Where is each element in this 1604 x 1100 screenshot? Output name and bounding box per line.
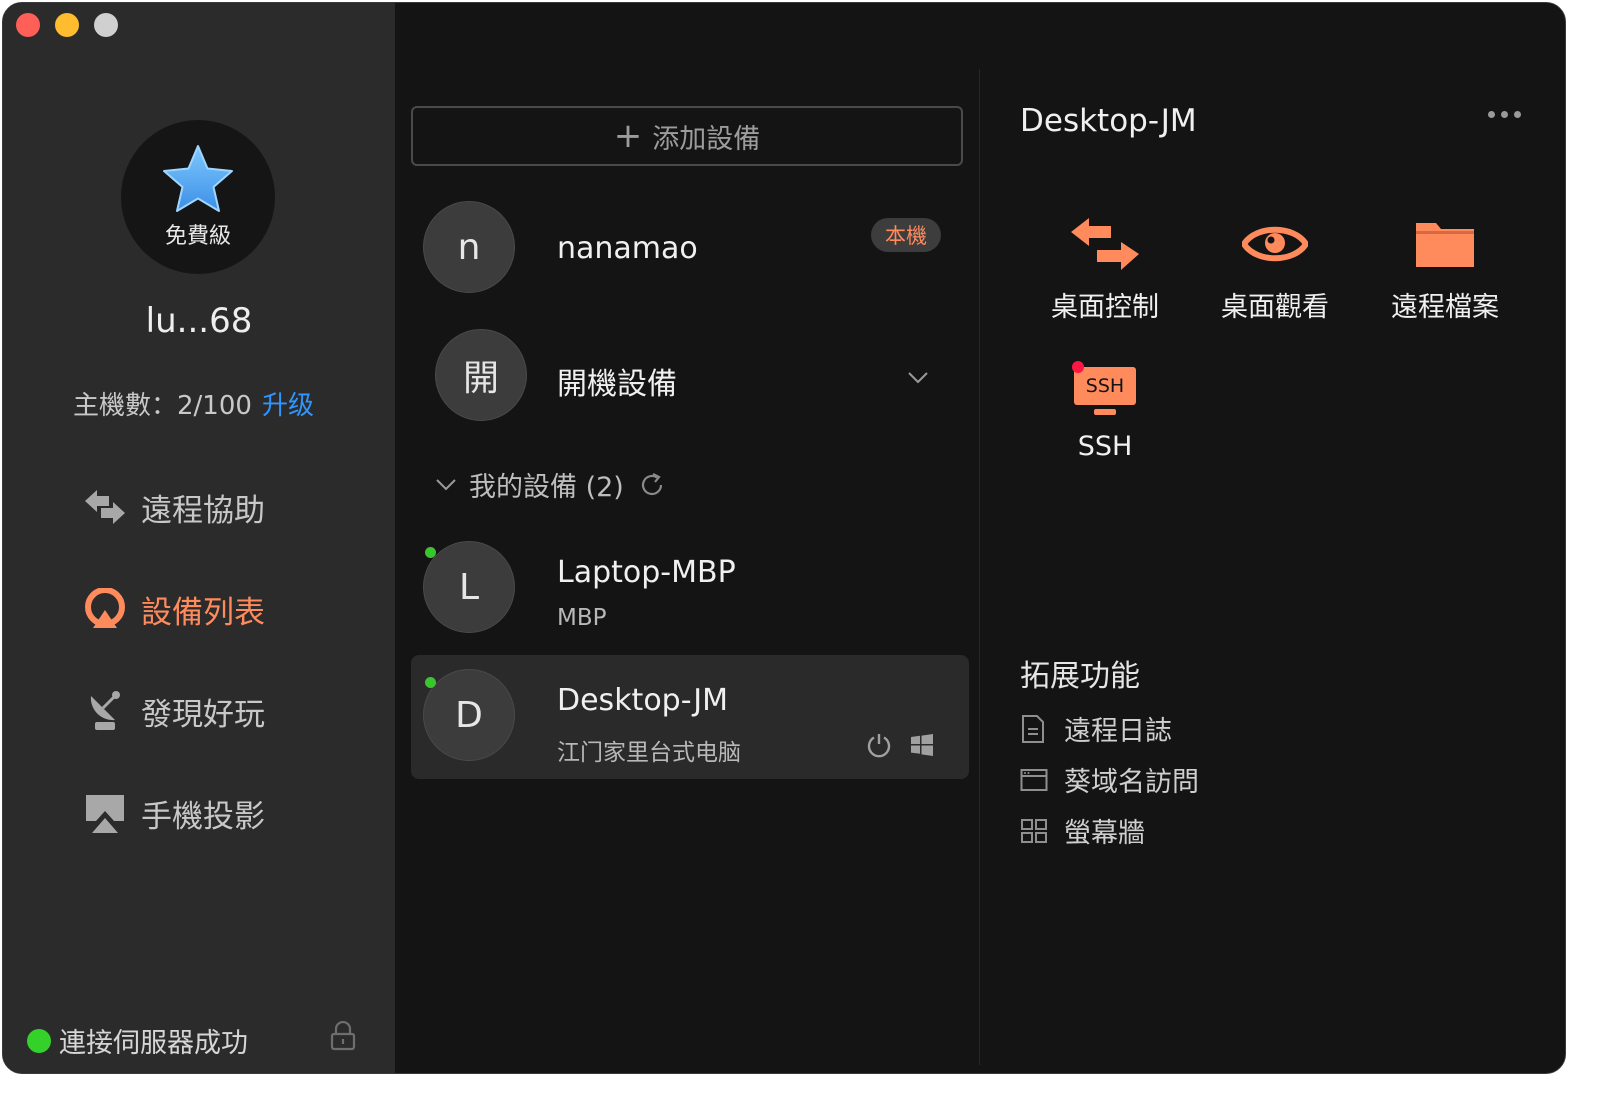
device-avatar: L (423, 541, 515, 633)
device-row-local[interactable]: n nanamao 本機 (411, 189, 969, 311)
row-actions (866, 732, 934, 758)
extensions-title: 拓展功能 (1020, 659, 1140, 694)
upgrade-link[interactable]: 升级 (262, 391, 314, 421)
online-indicator (425, 677, 436, 688)
close-window-button[interactable] (16, 13, 40, 37)
device-description: MBP (557, 605, 607, 631)
nav-item-screen-cast[interactable]: 手機投影 (83, 783, 343, 843)
nav-item-remote-assist[interactable]: 遠程協助 (83, 477, 343, 537)
nav-item-label: 遠程協助 (141, 492, 265, 529)
local-device-badge: 本機 (871, 218, 941, 252)
ext-item-label: 葵域名訪問 (1064, 767, 1199, 798)
grid-icon (1020, 818, 1048, 844)
status-text: 連接伺服器成功 (59, 1028, 248, 1059)
ext-item-domain-access[interactable]: 葵域名訪問 (1020, 760, 1199, 799)
ext-item-label: 螢幕牆 (1064, 818, 1145, 849)
device-detail-panel: Desktop-JM 桌面控制 桌面觀看 遠程檔案 SSH SSH 拓展功能 遠… (980, 3, 1565, 1073)
minimize-window-button[interactable] (55, 13, 79, 37)
sidebar: 免費級 lu...68 主機數：2/100 升级 遠程協助 設備列表 發現好玩 … (3, 3, 395, 1073)
action-desktop-view[interactable]: 桌面觀看 (1200, 209, 1350, 324)
host-count-label: 主機數：2/100 (73, 391, 252, 421)
nav-item-device-list[interactable]: 設備列表 (83, 579, 343, 639)
action-label: 桌面控制 (1051, 292, 1159, 323)
action-label: 遠程檔案 (1391, 292, 1499, 323)
zoom-window-button[interactable] (94, 13, 118, 37)
desktop-control-icon (1030, 209, 1180, 279)
device-avatar: n (423, 201, 515, 293)
remote-assist-icon (83, 485, 127, 529)
star-icon (163, 145, 233, 212)
device-name: nanamao (557, 231, 698, 266)
online-indicator (425, 547, 436, 558)
nav-item-label: 設備列表 (141, 594, 265, 631)
power-icon[interactable] (866, 732, 892, 758)
more-options-button[interactable] (1488, 111, 1521, 118)
more-dot (1514, 111, 1521, 118)
nav-item-label: 發現好玩 (141, 696, 265, 733)
device-name: Laptop-MBP (557, 555, 736, 590)
username: lu...68 (145, 301, 253, 341)
group-name: 開機設備 (557, 367, 677, 402)
host-count: 主機數：2/100 升级 (73, 385, 314, 422)
status-dot (27, 1028, 51, 1053)
action-label: SSH (1077, 431, 1133, 462)
action-label: 桌面觀看 (1221, 292, 1329, 323)
add-device-label: 添加設備 (652, 123, 761, 155)
ext-item-remote-log[interactable]: 遠程日誌 (1020, 709, 1172, 748)
device-list-icon (83, 587, 127, 631)
ext-item-label: 遠程日誌 (1064, 716, 1172, 747)
add-device-button[interactable]: + 添加設備 (411, 106, 963, 166)
ssh-icon: SSH (1030, 355, 1180, 425)
device-list-panel: + 添加設備 n nanamao 本機 開 開機設備 我的設備 (2) L La… (395, 3, 979, 1073)
chevron-down-icon[interactable] (907, 371, 929, 385)
my-devices-header[interactable]: 我的設備 (2) (435, 465, 666, 504)
refresh-icon[interactable] (638, 471, 666, 499)
device-name: Desktop-JM (557, 683, 728, 718)
action-ssh[interactable]: SSH SSH (1030, 355, 1180, 462)
more-dot (1488, 111, 1495, 118)
device-description: 江门家里台式电脑 (557, 740, 741, 766)
lock-icon[interactable] (329, 1020, 357, 1055)
device-row-desktop-jm[interactable]: D Desktop-JM 江门家里台式电脑 (411, 655, 969, 779)
ssh-icon-text: SSH (1086, 375, 1124, 397)
browser-window-icon (1020, 768, 1048, 792)
power-on-devices-row[interactable]: 開 開機設備 (411, 317, 969, 439)
action-desktop-control[interactable]: 桌面控制 (1030, 209, 1180, 324)
folder-icon (1370, 209, 1520, 279)
ext-item-screen-wall[interactable]: 螢幕牆 (1020, 811, 1145, 850)
chevron-down-icon (436, 478, 456, 490)
document-icon (1020, 714, 1048, 744)
my-devices-label: 我的設備 (2) (469, 472, 624, 503)
windows-icon (911, 734, 933, 756)
account-avatar[interactable]: 免費級 (121, 120, 275, 274)
action-remote-files[interactable]: 遠程檔案 (1370, 209, 1520, 324)
group-avatar: 開 (435, 329, 527, 421)
detail-title: Desktop-JM (1020, 103, 1197, 139)
eye-icon (1200, 209, 1350, 279)
device-avatar: D (423, 669, 515, 761)
airplay-icon (83, 791, 127, 835)
device-row-laptop-mbp[interactable]: L Laptop-MBP MBP (411, 529, 969, 651)
satellite-dish-icon (83, 689, 127, 733)
nav-item-label: 手機投影 (141, 798, 265, 835)
nav-item-discover[interactable]: 發現好玩 (83, 681, 343, 741)
plus-icon: + (613, 116, 643, 156)
app-window: 免費級 lu...68 主機數：2/100 升级 遠程協助 設備列表 發現好玩 … (2, 2, 1566, 1074)
more-dot (1501, 111, 1508, 118)
tier-label: 免費級 (164, 224, 231, 249)
connection-status: 連接伺服器成功 (27, 1021, 248, 1060)
